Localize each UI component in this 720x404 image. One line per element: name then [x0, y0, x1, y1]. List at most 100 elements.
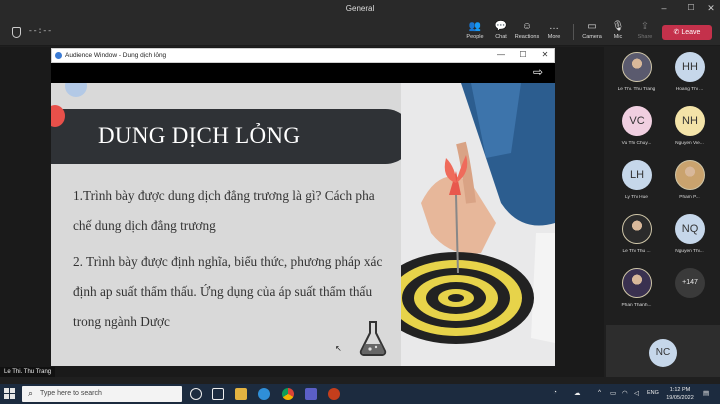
participant-avatar: VC [622, 106, 652, 136]
camera-button[interactable]: ▭ Camera [578, 21, 606, 40]
participant-tile[interactable]: VC Vu Thi Chuy... [608, 103, 665, 152]
participant-name: Ly Thi Hue [625, 195, 648, 200]
minimize-button[interactable]: – [657, 3, 671, 13]
network-icon[interactable]: ◔ [553, 389, 557, 396]
tray-chevron-icon[interactable]: ^ [598, 389, 601, 396]
participant-avatar: LH [622, 160, 652, 190]
participant-tile[interactable]: NH Nguyen Vie... [661, 103, 718, 152]
more-label: More [547, 34, 561, 40]
clock-time: 1:12 PM [669, 387, 691, 393]
taskbar-clock[interactable]: 1:12 PM 19/05/2022 [664, 386, 696, 402]
task-view-icon[interactable] [212, 388, 224, 400]
teams-meeting-window: General – ☐ ✕ --:-- 👥 People 💬 Chat ☺ React… [0, 0, 720, 404]
participant-tile[interactable]: +147 [661, 265, 718, 314]
participant-tile[interactable]: Phan Thanh... [608, 265, 665, 314]
slide-title: DUNG DỊCH LỎNG [98, 123, 301, 148]
chat-button[interactable]: 💬 Chat [487, 21, 515, 40]
decorative-circle [65, 83, 87, 97]
participant-avatar: NH [675, 106, 705, 136]
self-view[interactable]: NC [606, 325, 720, 377]
search-icon: ⌕ [28, 388, 34, 398]
people-button[interactable]: 👥 People [461, 21, 489, 40]
volume-icon[interactable]: ◁ [634, 389, 639, 397]
meeting-toolbar: --:-- 👥 People 💬 Chat ☺ Reactions … More ▭ Ca… [0, 18, 720, 46]
close-button[interactable]: ✕ [704, 3, 718, 14]
audience-window-title: Audience Window - Dung dịch lỏng [65, 52, 167, 59]
shield-icon [12, 27, 21, 38]
powerpoint-icon [55, 52, 62, 59]
windows-start-icon[interactable] [4, 388, 16, 400]
participant-name: Le Thi Thu ... [622, 249, 651, 254]
participant-name: Hoang Thi ... [675, 87, 704, 92]
people-label: People [466, 34, 484, 40]
audience-close-button[interactable]: ✕ [538, 50, 552, 59]
participant-tile[interactable]: NQ Nguyen Thi... [661, 211, 718, 260]
battery-icon[interactable]: ▭ [610, 389, 616, 397]
participant-tile[interactable]: HH Hoang Thi ... [661, 49, 718, 98]
participant-photo [622, 268, 652, 298]
participant-photo [622, 52, 652, 82]
slide-text-area: DUNG DỊCH LỎNG 1.Trình bày được dung dịc… [51, 83, 413, 366]
participant-photo [622, 214, 652, 244]
participant-name: Phan Thanh... [621, 303, 652, 308]
more-icon: … [549, 21, 559, 32]
audience-maximize-button[interactable]: ☐ [516, 50, 530, 59]
participant-tile[interactable]: Le Thi Thu ... [608, 211, 665, 260]
teams-icon[interactable] [305, 388, 317, 400]
audience-minimize-button[interactable]: — [494, 50, 508, 59]
search-placeholder: Type here to search [40, 390, 102, 397]
participant-name: Pham P... [679, 195, 700, 200]
flask-icon [359, 321, 387, 356]
active-speaker-label: Le Thi. Thu Trang [0, 367, 56, 377]
edge-icon[interactable] [258, 388, 270, 400]
participant-avatar: HH [675, 52, 705, 82]
clock-date: 19/05/2022 [666, 395, 694, 401]
participant-tile[interactable]: LH Ly Thi Hue [608, 157, 665, 206]
people-icon: 👥 [468, 21, 482, 32]
mic-off-icon: 🎙 [611, 21, 625, 32]
meeting-timer: --:-- [28, 27, 53, 36]
file-explorer-icon[interactable] [235, 388, 247, 400]
self-avatar: NC [649, 339, 677, 367]
dartboard-photo [401, 83, 555, 366]
share-label: Share [637, 34, 653, 40]
language-indicator[interactable]: ENG [647, 390, 659, 396]
notification-icon[interactable]: ▤ [703, 389, 709, 397]
chat-icon: 💬 [494, 21, 508, 32]
slide-body: 1.Trình bày được dung dịch đẳng trương l… [73, 181, 391, 337]
participant-avatar: +147 [675, 268, 705, 298]
participant-tile[interactable]: Le Thi. Thu Trang [608, 49, 665, 98]
share-button[interactable]: ⇪ Share [631, 21, 659, 40]
participant-avatar: NQ [675, 214, 705, 244]
powerpoint-taskbar-icon[interactable] [328, 388, 340, 400]
reactions-label: Reactions [514, 34, 540, 40]
camera-label: Camera [582, 34, 602, 40]
taskbar-search-input[interactable]: ⌕ Type here to search [22, 386, 182, 402]
leave-button[interactable]: ✆ Leave [662, 25, 712, 40]
cortana-icon[interactable] [190, 388, 202, 400]
window-title: General [345, 4, 375, 13]
chrome-icon[interactable] [282, 388, 294, 400]
mic-label: Mic [613, 34, 623, 40]
participant-gallery: Le Thi. Thu Trang HH Hoang Thi ... VC Vu Thi… [606, 47, 720, 324]
slide-point-1: 1.Trình bày được dung dịch đẳng trương l… [73, 188, 375, 233]
more-button[interactable]: … More [540, 21, 568, 40]
windows-taskbar: ⌕ Type here to search ◔ ☁ ^ ▭ ◠ ◁ ENG 1:… [0, 384, 720, 404]
participant-tile[interactable]: Pham P... [661, 157, 718, 206]
participant-name: Le Thi. Thu Trang [617, 87, 656, 92]
slide-point-2: 2. Trình bày được định nghĩa, biểu thức,… [73, 254, 383, 329]
slide-title-banner: DUNG DỊCH LỎNG [51, 109, 413, 164]
chat-label: Chat [495, 34, 507, 40]
wifi-icon[interactable]: ◠ [622, 389, 628, 397]
mic-button[interactable]: 🎙 Mic [604, 21, 632, 40]
participant-photo [675, 160, 705, 190]
reactions-button[interactable]: ☺ Reactions [513, 21, 541, 40]
maximize-button[interactable]: ☐ [684, 3, 698, 12]
toolbar-divider [573, 24, 574, 40]
expand-icon[interactable]: ⇨ [533, 65, 543, 79]
presentation-slide: DUNG DỊCH LỎNG 1.Trình bày được dung dịc… [51, 83, 555, 366]
weather-icon[interactable]: ☁ [574, 389, 581, 397]
camera-off-icon: ▭ [587, 21, 597, 32]
audience-window-titlebar[interactable]: Audience Window - Dung dịch lỏng — ☐ ✕ [51, 48, 555, 63]
share-icon: ⇪ [640, 21, 650, 32]
